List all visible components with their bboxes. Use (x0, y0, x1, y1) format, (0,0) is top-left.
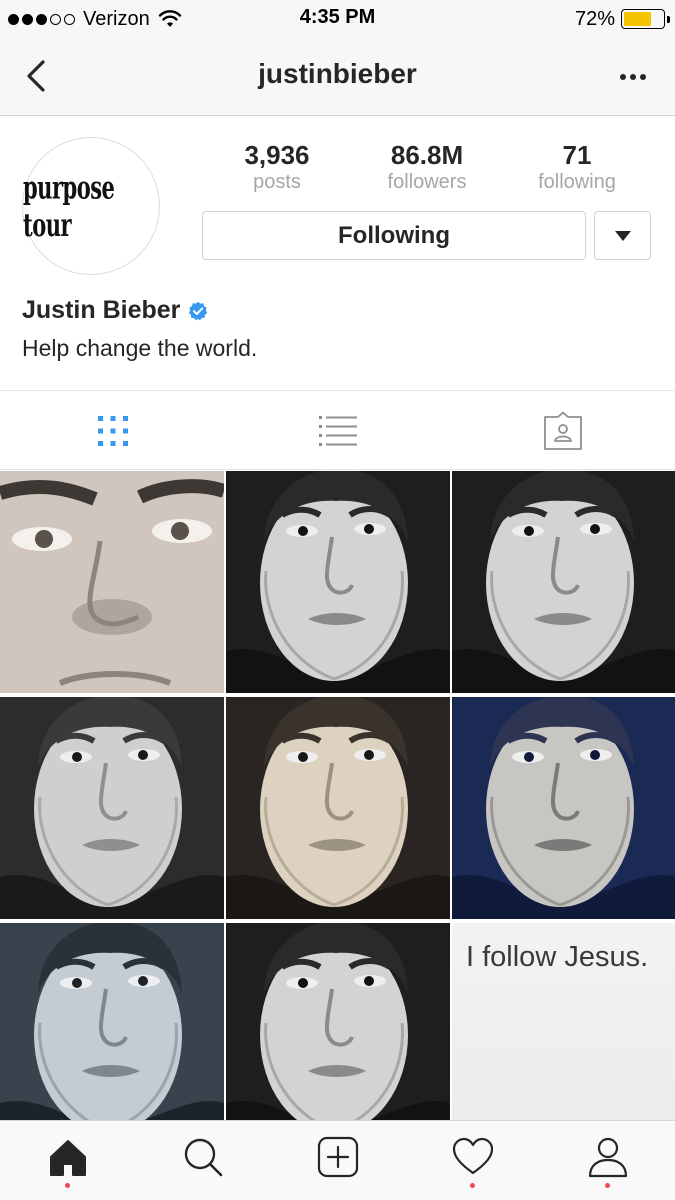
grid-post-8[interactable] (226, 923, 450, 1145)
bio-text: Help change the world. (22, 335, 258, 361)
grid-post-7[interactable] (0, 923, 224, 1145)
avatar-logo-text: purpose tour (23, 168, 115, 244)
search-icon (184, 1138, 222, 1176)
tab-create[interactable] (270, 1121, 405, 1200)
following-button[interactable]: Following (202, 211, 586, 260)
grid-post-1[interactable] (0, 471, 224, 693)
following-stat[interactable]: 71 following (502, 140, 652, 194)
selfie-photo (452, 471, 675, 693)
suggestions-dropdown-button[interactable] (594, 211, 651, 260)
followers-count: 86.8M (390, 140, 464, 170)
home-notification-dot (65, 1182, 70, 1188)
followers-stat[interactable]: 86.8M followers (352, 140, 502, 194)
activity-notification-dot (470, 1182, 475, 1188)
home-icon (49, 1139, 86, 1176)
grid-post-4[interactable] (0, 697, 224, 919)
tab-profile[interactable] (540, 1121, 675, 1200)
selfie-photo (452, 697, 675, 919)
tab-activity[interactable] (405, 1121, 540, 1200)
profile-notification-dot (605, 1182, 610, 1188)
battery-percent: 72% (574, 7, 615, 30)
plus-square-icon (317, 1136, 358, 1177)
selfie-photo (226, 471, 450, 693)
caret-down-icon (614, 230, 631, 241)
grid-post-6[interactable] (452, 697, 675, 919)
avatar[interactable]: purpose tour (22, 137, 160, 275)
full-name: Justin Bieber (22, 296, 181, 324)
profile-name-row: Justin Bieber (22, 296, 208, 325)
battery-fill (624, 12, 652, 26)
tab-tagged-view[interactable] (450, 391, 675, 471)
following-count: 71 (562, 140, 592, 170)
posts-count: 3,936 (244, 140, 310, 170)
ellipsis-icon (620, 74, 626, 80)
signal-strength-icon (8, 13, 75, 25)
carrier-name: Verizon (83, 7, 150, 30)
selfie-photo (0, 697, 224, 919)
grid-post-5[interactable] (226, 697, 450, 919)
selfie-photo (226, 697, 450, 919)
tab-search[interactable] (135, 1121, 270, 1200)
back-button[interactable] (18, 56, 58, 96)
tab-home[interactable] (0, 1121, 135, 1200)
chevron-left-icon (27, 60, 45, 92)
grid-icon (97, 416, 128, 446)
selfie-photo (0, 471, 224, 693)
status-left: Verizon (8, 6, 182, 32)
grid-post-3[interactable] (452, 471, 675, 693)
battery-icon (621, 9, 670, 29)
status-bar: Verizon 4:35 PM 72% (0, 0, 675, 38)
wifi-icon (158, 10, 181, 27)
following-label: following (538, 171, 616, 193)
page-title: justinbieber (258, 58, 417, 89)
more-options-button[interactable] (613, 62, 653, 92)
grid-post-9[interactable]: I follow Jesus. (452, 923, 675, 1145)
list-icon (318, 416, 357, 446)
posts-stat[interactable]: 3,936 posts (202, 140, 352, 194)
tagged-photos-icon (543, 411, 582, 450)
tab-grid-view[interactable] (0, 391, 225, 471)
tab-list-view[interactable] (225, 391, 450, 471)
selfie-photo (0, 923, 224, 1145)
profile-view-tabs (0, 390, 675, 470)
posts-label: posts (253, 171, 301, 193)
photo-grid: I follow Jesus. (0, 471, 675, 1145)
verified-badge-icon (189, 301, 208, 320)
selfie-photo (226, 923, 450, 1145)
followers-label: followers (387, 171, 467, 193)
status-right: 72% (574, 6, 670, 32)
heart-icon (452, 1137, 493, 1174)
grid-post-2[interactable] (226, 471, 450, 693)
bottom-tab-bar (0, 1120, 675, 1200)
post-caption-text: I follow Jesus. (466, 941, 649, 973)
person-icon (588, 1137, 627, 1177)
nav-bar: justinbieber (0, 38, 675, 116)
